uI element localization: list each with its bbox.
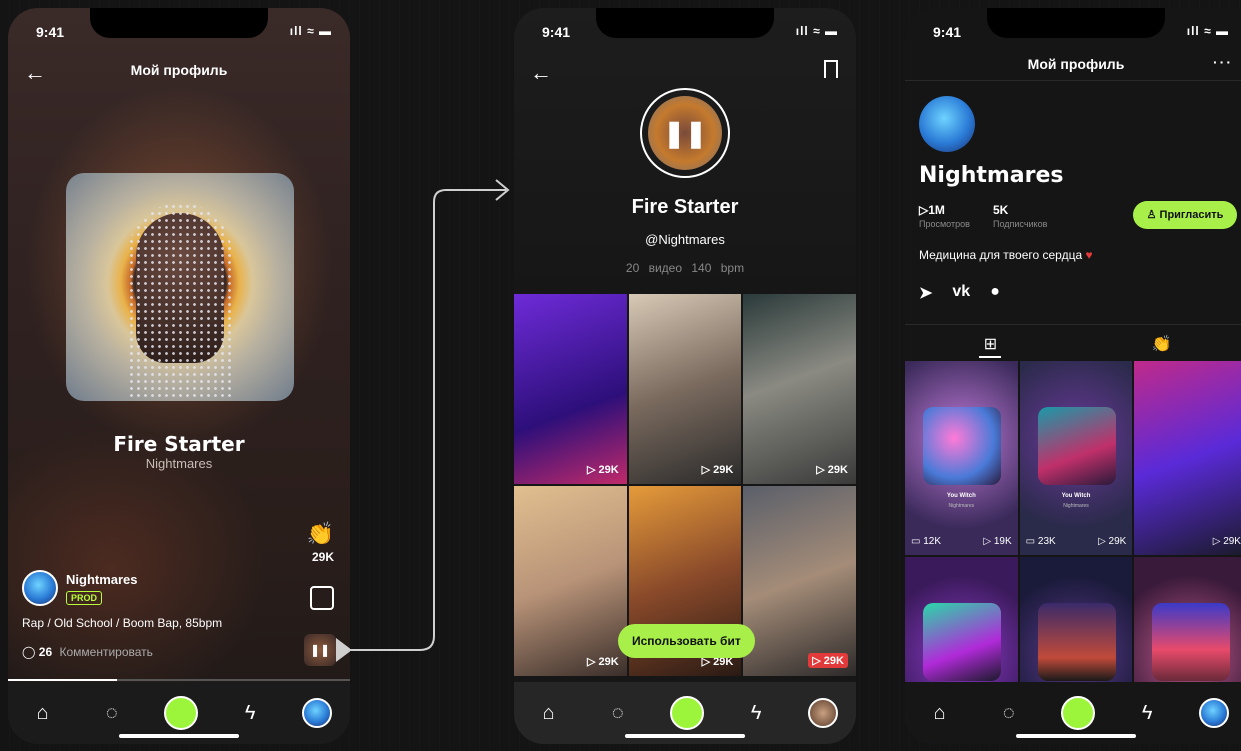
profile-bio: Медицина для твоего сердца ♥ xyxy=(919,248,1093,262)
fire-icon[interactable]: ◌ xyxy=(601,702,635,725)
status-icons: ıll ≈ ▬ xyxy=(289,24,332,38)
video-tile[interactable]: ▷ 29K xyxy=(743,486,856,676)
record-button[interactable] xyxy=(669,696,704,730)
page-title: Мой профиль xyxy=(1027,56,1125,72)
track-art xyxy=(1037,603,1116,681)
status-time: 9:41 xyxy=(933,24,962,40)
video-count: ▷ 29K xyxy=(586,464,619,476)
vk-icon[interactable]: vk xyxy=(952,283,970,303)
subscribers-stat[interactable]: 5K Подписчиков xyxy=(993,203,1047,229)
play-stat: ▷ 19K xyxy=(983,536,1012,547)
video-stat: ▭ 12K xyxy=(911,536,942,547)
home-indicator xyxy=(1016,734,1136,738)
video-count: ▷ 29K xyxy=(808,653,848,668)
grid-tab-icon[interactable]: ⊞ xyxy=(905,334,1076,354)
play-stat: ▷ 29K xyxy=(1212,536,1241,547)
views-stat: ▷1M Просмотров xyxy=(919,203,970,229)
status-icons: ıll ≈ ▬ xyxy=(795,24,838,38)
beat-disc-pause[interactable]: ❚❚ xyxy=(640,88,730,178)
video-count: ▷ 29K xyxy=(701,464,734,476)
profile-tabs: ⊞ 👏 xyxy=(905,334,1241,354)
tile-stats: ▭ 12K ▷ 19K xyxy=(911,536,1012,547)
heart-icon: ♥ xyxy=(1085,248,1093,262)
track-tile[interactable]: You Witch Nightmares ▭ 12K ▷ 19K xyxy=(905,361,1018,555)
telegram-icon[interactable]: ➤ xyxy=(919,283,932,303)
home-icon[interactable]: ⌂ xyxy=(923,702,957,725)
home-icon[interactable]: ⌂ xyxy=(26,702,60,725)
profile-name: Nightmares xyxy=(919,163,1064,188)
video-count: ▷ 29K xyxy=(586,656,619,668)
page-title: Мой профиль xyxy=(130,62,228,78)
divider xyxy=(905,324,1241,325)
video-tile[interactable]: ▷ 29K xyxy=(514,294,627,484)
status-time: 9:41 xyxy=(542,24,571,40)
video-tile[interactable]: ▷ 29K xyxy=(514,486,627,676)
lightning-icon[interactable]: ϟ xyxy=(233,702,267,725)
video-stat: ▭ 23K xyxy=(1025,536,1056,547)
home-indicator xyxy=(119,734,239,738)
record-button[interactable] xyxy=(1060,696,1095,730)
video-tile[interactable]: ▷ 29K xyxy=(743,294,856,484)
fire-icon[interactable]: ◌ xyxy=(992,702,1026,725)
profile-screen: 9:41 ıll ≈ ▬ Мой профиль ··· Nightmares … xyxy=(905,8,1241,744)
lightning-icon[interactable]: ϟ xyxy=(739,702,773,725)
profile-tab-avatar[interactable] xyxy=(1199,698,1230,728)
beat-handle[interactable]: @Nightmares xyxy=(514,232,856,247)
beat-title: Fire Starter xyxy=(631,196,739,218)
track-art xyxy=(923,407,1001,485)
lightning-icon[interactable]: ϟ xyxy=(1130,702,1164,725)
beat-screen: 9:41 ıll ≈ ▬ ← ❚❚ Fire Starter @Nightmar… xyxy=(514,8,856,744)
social-links: ➤ vk ● xyxy=(919,283,1000,303)
track-art xyxy=(923,603,1001,681)
add-user-icon: ♙ xyxy=(1146,209,1160,221)
claps-tab-icon[interactable]: 👏 xyxy=(1076,334,1241,354)
track-tile-artist: Nightmares xyxy=(948,503,975,509)
bookmark-icon[interactable] xyxy=(824,60,838,78)
more-icon[interactable]: ··· xyxy=(1213,54,1233,70)
apple-icon[interactable]: ● xyxy=(990,283,1000,303)
views-label: Просмотров xyxy=(919,219,970,229)
video-tile[interactable]: ▷ 29K xyxy=(628,294,742,484)
record-button[interactable] xyxy=(163,696,198,730)
video-count: ▷ 29K xyxy=(816,464,848,476)
active-tab-indicator xyxy=(979,356,1001,358)
profile-avatar[interactable] xyxy=(919,96,975,152)
back-arrow-icon[interactable]: ← xyxy=(530,60,552,86)
profile-tab-avatar[interactable] xyxy=(302,698,333,728)
use-beat-button[interactable]: Использовать бит xyxy=(618,624,755,658)
divider xyxy=(905,80,1241,81)
home-icon[interactable]: ⌂ xyxy=(532,702,566,725)
video-tile[interactable]: ▷ 29K xyxy=(1134,361,1241,555)
track-tile-title: You Witch xyxy=(1061,493,1091,499)
profile-tab-avatar[interactable] xyxy=(808,698,839,728)
pause-icon: ❚❚ xyxy=(648,96,722,170)
tile-stats: ▭ 23K ▷ 29K xyxy=(1026,536,1127,547)
status-icons: ıll ≈ ▬ xyxy=(1186,24,1229,38)
home-indicator xyxy=(625,734,745,738)
status-time: 9:41 xyxy=(36,24,65,40)
invite-button[interactable]: ♙ Пригласить xyxy=(1133,201,1237,229)
track-art xyxy=(1037,407,1116,485)
track-tile-title: You Witch xyxy=(946,493,976,499)
beat-meta: 20 видео 140 bpm xyxy=(625,261,745,275)
track-art xyxy=(1152,603,1231,681)
track-tile[interactable]: You Witch Nightmares ▭ 23K ▷ 29K xyxy=(1019,361,1133,555)
track-tile-artist: Nightmares xyxy=(1063,503,1089,509)
tile-stats: ▷ 29K xyxy=(1140,536,1241,547)
subscribers-label: Подписчиков xyxy=(993,219,1048,229)
video-grid: ▷ 29K ▷ 29K ▷ 29K ▷ 29K ▷ 29K ▷ 29K xyxy=(514,294,856,676)
fire-icon[interactable]: ◌ xyxy=(95,702,129,725)
play-stat: ▷ 29K xyxy=(1098,536,1127,547)
